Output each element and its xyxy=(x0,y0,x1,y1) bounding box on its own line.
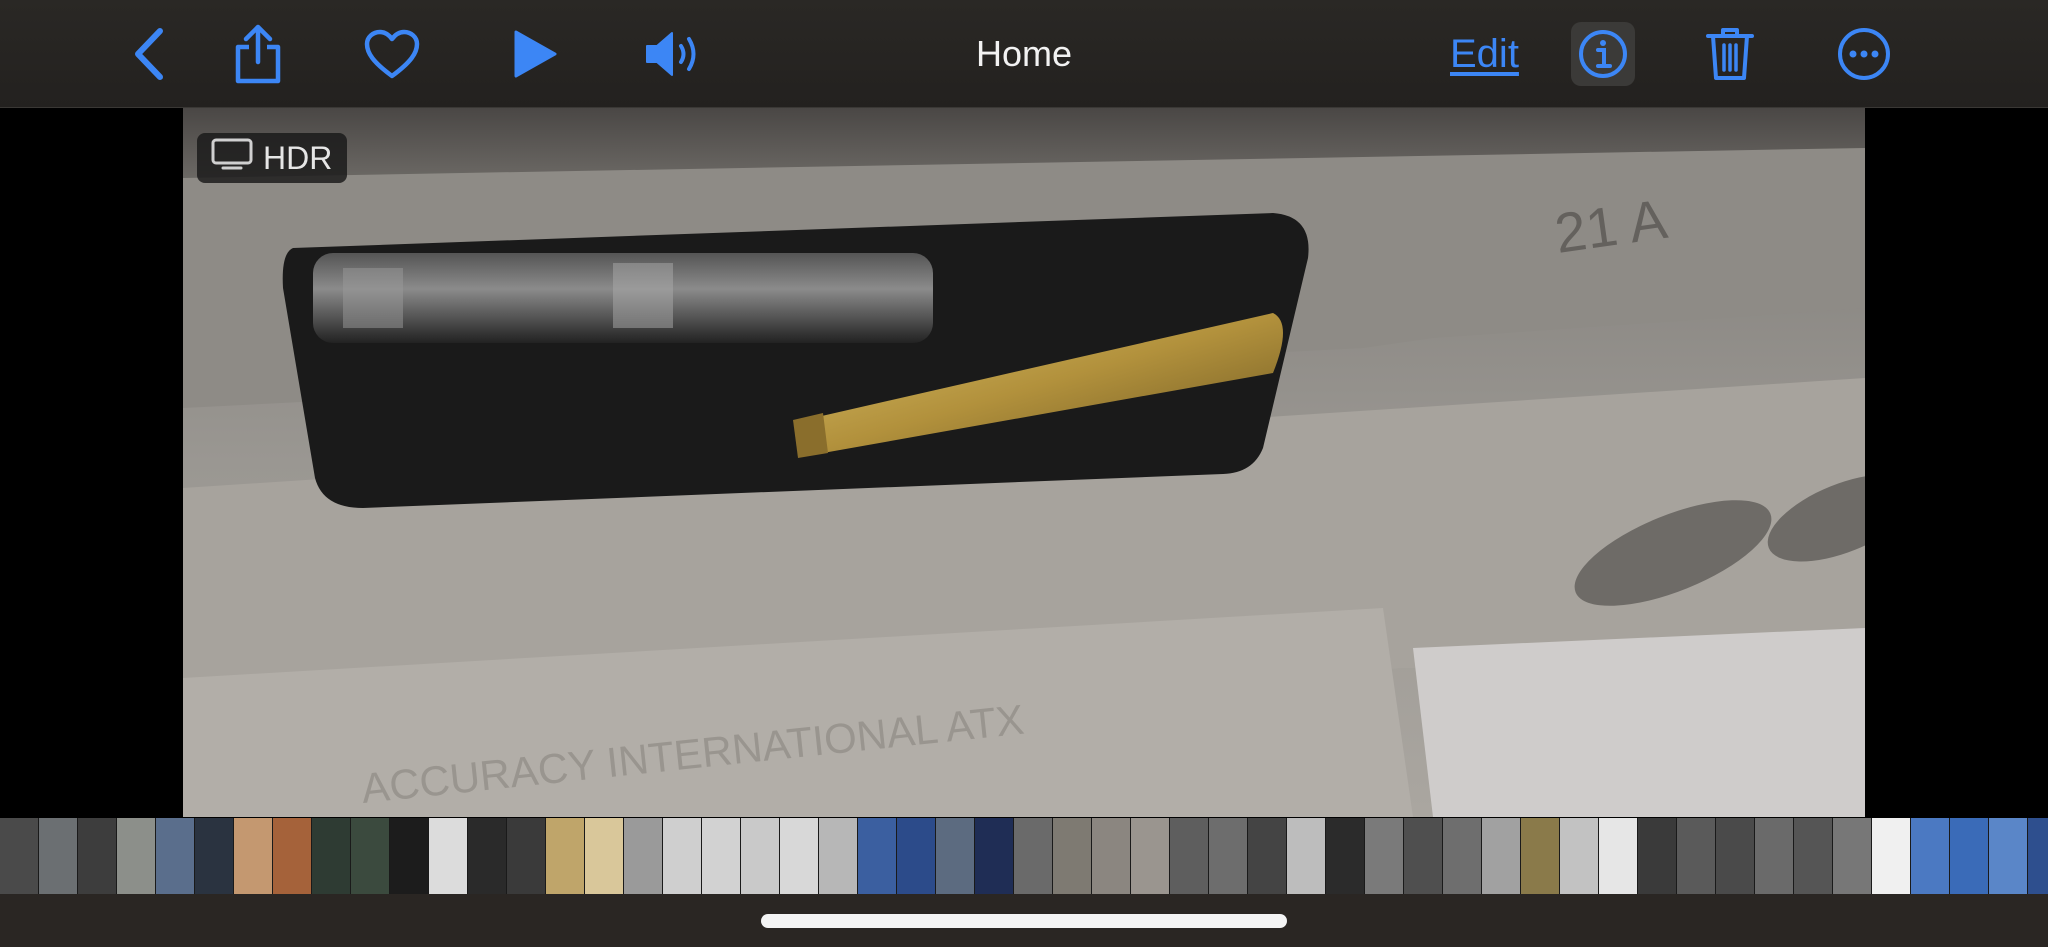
delete-button[interactable] xyxy=(1698,22,1762,86)
filmstrip-thumbnail[interactable] xyxy=(585,818,623,894)
info-icon xyxy=(1577,28,1629,80)
filmstrip-thumbnail[interactable] xyxy=(1092,818,1130,894)
filmstrip-thumbnail[interactable] xyxy=(1443,818,1481,894)
photo-filmstrip[interactable] xyxy=(0,818,2048,894)
filmstrip-thumbnail[interactable] xyxy=(1716,818,1754,894)
filmstrip-thumbnail[interactable] xyxy=(1170,818,1208,894)
filmstrip-thumbnail[interactable] xyxy=(936,818,974,894)
filmstrip-thumbnail[interactable] xyxy=(1833,818,1871,894)
filmstrip-thumbnail[interactable] xyxy=(2028,818,2048,894)
share-button[interactable] xyxy=(226,22,290,86)
filmstrip-thumbnail[interactable] xyxy=(1638,818,1676,894)
filmstrip-thumbnail[interactable] xyxy=(819,818,857,894)
trash-icon xyxy=(1704,26,1756,82)
filmstrip-thumbnail[interactable] xyxy=(858,818,896,894)
filmstrip-thumbnail[interactable] xyxy=(1014,818,1052,894)
filmstrip-thumbnail[interactable] xyxy=(1599,818,1637,894)
filmstrip-thumbnail[interactable] xyxy=(1209,818,1247,894)
info-button[interactable] xyxy=(1571,22,1635,86)
heart-icon xyxy=(363,28,421,80)
filmstrip-thumbnail[interactable] xyxy=(1248,818,1286,894)
filmstrip-thumbnail[interactable] xyxy=(897,818,935,894)
filmstrip-thumbnail[interactable] xyxy=(975,818,1013,894)
filmstrip-thumbnail[interactable] xyxy=(117,818,155,894)
filmstrip-thumbnail[interactable] xyxy=(156,818,194,894)
filmstrip-thumbnail[interactable] xyxy=(1404,818,1442,894)
back-button[interactable] xyxy=(118,22,182,86)
filmstrip-thumbnail[interactable] xyxy=(351,818,389,894)
filmstrip-thumbnail[interactable] xyxy=(507,818,545,894)
filmstrip-thumbnail[interactable] xyxy=(702,818,740,894)
filmstrip-thumbnail[interactable] xyxy=(78,818,116,894)
filmstrip-thumbnail[interactable] xyxy=(1287,818,1325,894)
play-icon xyxy=(510,29,558,79)
photos-viewer: Home Edit ACCURACY INTERNATIONAL ATX 21 … xyxy=(0,0,2048,947)
filmstrip-thumbnail[interactable] xyxy=(1482,818,1520,894)
filmstrip-thumbnail[interactable] xyxy=(1326,818,1364,894)
home-indicator[interactable] xyxy=(761,914,1287,928)
hdr-label: HDR xyxy=(263,139,333,176)
filmstrip-thumbnail[interactable] xyxy=(1950,818,1988,894)
speaker-icon xyxy=(643,29,707,79)
filmstrip-thumbnail[interactable] xyxy=(273,818,311,894)
filmstrip-thumbnail[interactable] xyxy=(1755,818,1793,894)
filmstrip-thumbnail[interactable] xyxy=(1365,818,1403,894)
page-title: Home xyxy=(975,33,1073,74)
favorite-button[interactable] xyxy=(360,22,424,86)
filmstrip-thumbnail[interactable] xyxy=(0,818,38,894)
filmstrip-thumbnail[interactable] xyxy=(1677,818,1715,894)
hdr-badge: HDR xyxy=(197,133,347,183)
filmstrip-thumbnail[interactable] xyxy=(741,818,779,894)
filmstrip-thumbnail[interactable] xyxy=(1521,818,1559,894)
filmstrip-thumbnail[interactable] xyxy=(663,818,701,894)
mute-button[interactable] xyxy=(643,22,707,86)
filmstrip-thumbnail[interactable] xyxy=(1053,818,1091,894)
filmstrip-thumbnail[interactable] xyxy=(468,818,506,894)
more-icon xyxy=(1836,26,1892,82)
filmstrip-thumbnail[interactable] xyxy=(1911,818,1949,894)
filmstrip-thumbnail[interactable] xyxy=(624,818,662,894)
share-icon xyxy=(230,24,286,84)
filmstrip-thumbnail[interactable] xyxy=(1872,818,1910,894)
filmstrip-thumbnail[interactable] xyxy=(1794,818,1832,894)
top-toolbar: Home Edit xyxy=(0,0,2048,108)
filmstrip-thumbnail[interactable] xyxy=(546,818,584,894)
back-chevron-icon xyxy=(130,27,170,81)
filmstrip-thumbnail[interactable] xyxy=(390,818,428,894)
filmstrip-thumbnail[interactable] xyxy=(1560,818,1598,894)
filmstrip-thumbnail[interactable] xyxy=(312,818,350,894)
filmstrip-thumbnail[interactable] xyxy=(1989,818,2027,894)
play-button[interactable] xyxy=(502,22,566,86)
more-button[interactable] xyxy=(1832,22,1896,86)
filmstrip-thumbnail[interactable] xyxy=(234,818,272,894)
filmstrip-thumbnail[interactable] xyxy=(429,818,467,894)
tv-icon xyxy=(211,138,253,178)
filmstrip-thumbnail[interactable] xyxy=(195,818,233,894)
filmstrip-thumbnail[interactable] xyxy=(1131,818,1169,894)
main-photo[interactable]: ACCURACY INTERNATIONAL ATX 21 A xyxy=(183,108,1865,817)
filmstrip-thumbnail[interactable] xyxy=(39,818,77,894)
edit-button[interactable]: Edit xyxy=(1450,30,1519,78)
filmstrip-thumbnail[interactable] xyxy=(780,818,818,894)
